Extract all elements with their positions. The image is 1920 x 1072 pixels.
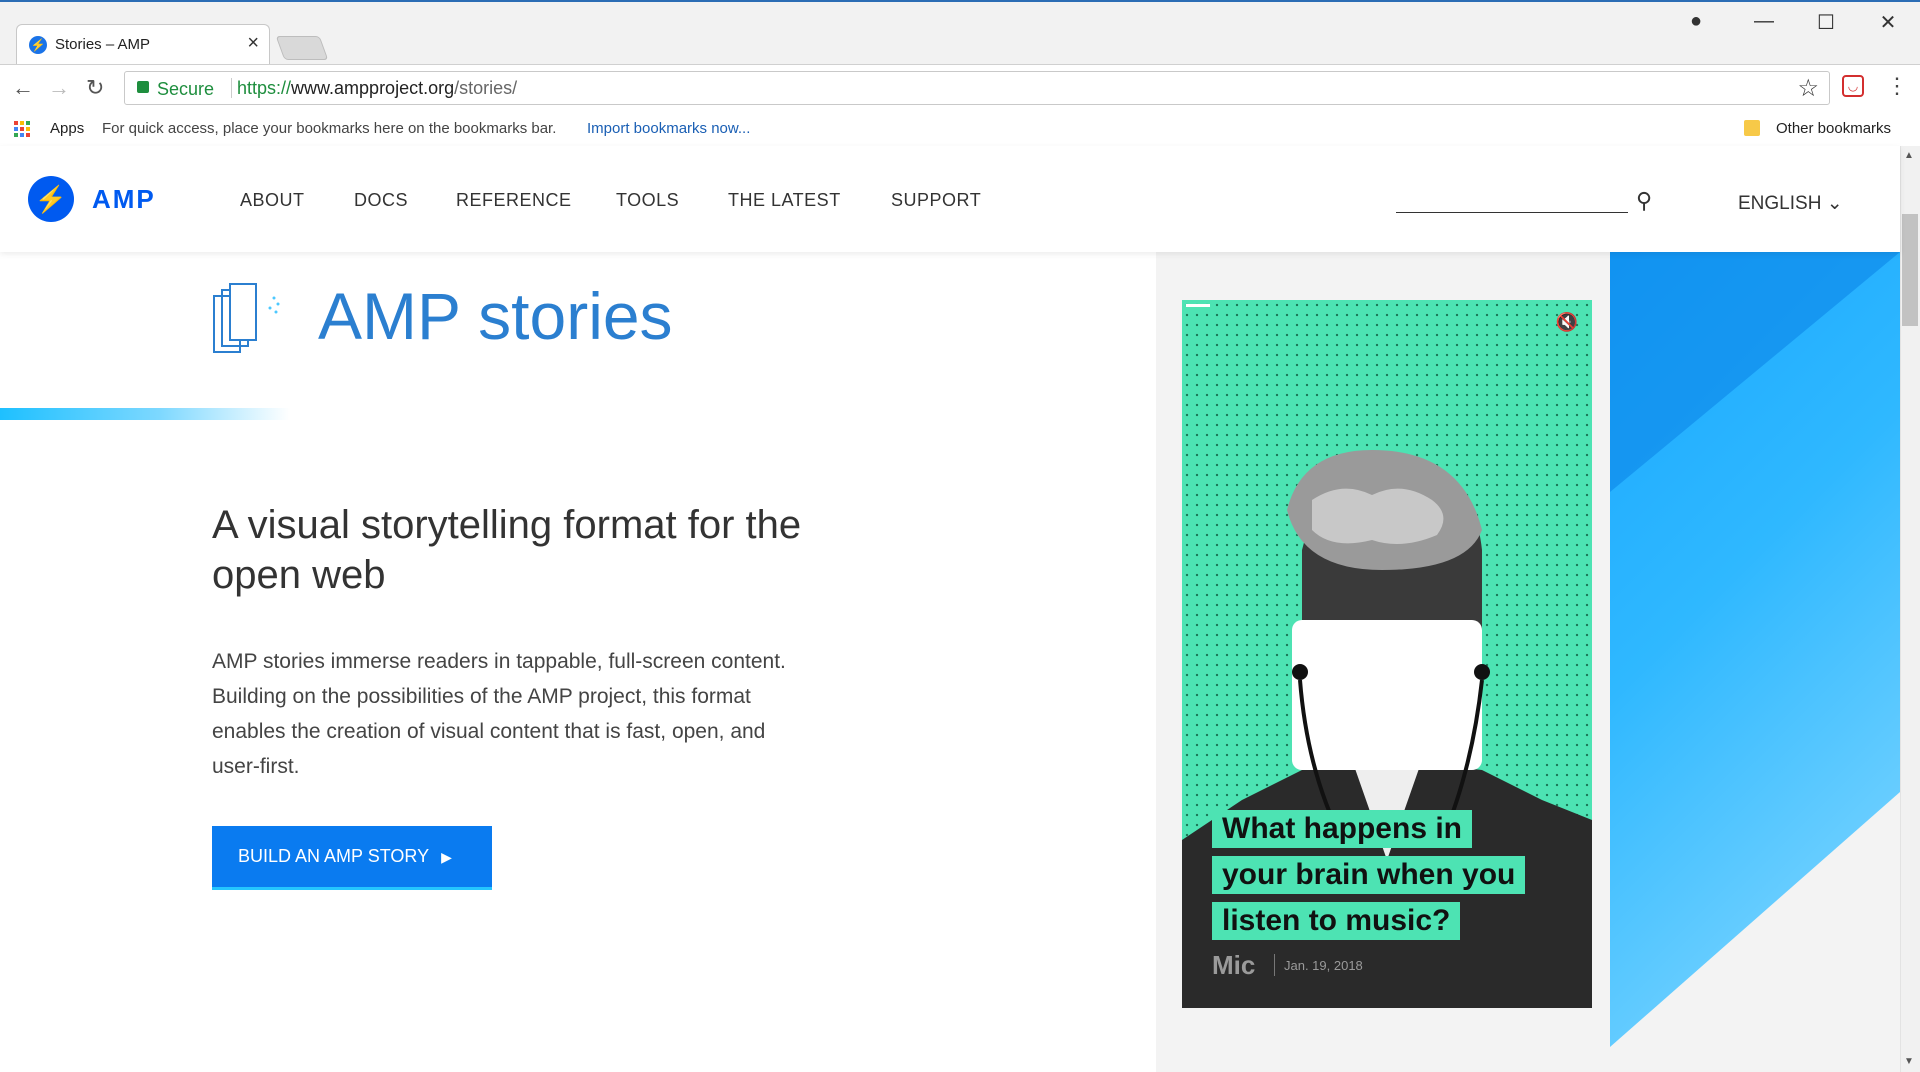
- language-label: ENGLISH: [1738, 193, 1822, 214]
- browser-tab[interactable]: ⚡ Stories – AMP ×: [16, 24, 270, 64]
- browser-toolbar: ← → ↻ Secure https://www.ampproject.org/…: [0, 64, 1920, 111]
- amp-logo-icon[interactable]: ⚡: [28, 176, 74, 222]
- apps-link[interactable]: Apps: [50, 120, 84, 137]
- tagline: A visual storytelling format for the ope…: [212, 503, 802, 597]
- cta-label: BUILD AN AMP STORY: [238, 846, 430, 866]
- stories-icon: [213, 283, 280, 353]
- tab-close-icon[interactable]: ×: [247, 33, 259, 53]
- scrollbar-thumb[interactable]: [1902, 214, 1918, 326]
- decorative-wedge: [1610, 252, 1900, 492]
- folder-icon: [1744, 120, 1760, 136]
- reload-icon[interactable]: ↻: [86, 75, 104, 101]
- story-date: Jan. 19, 2018: [1284, 958, 1363, 973]
- play-arrow-icon: ▶: [441, 849, 452, 865]
- other-bookmarks[interactable]: Other bookmarks: [1776, 120, 1891, 137]
- tab-title: Stories – AMP: [55, 36, 151, 53]
- scroll-down-icon[interactable]: ▼: [1904, 1056, 1914, 1067]
- caption-line: your brain when you: [1212, 856, 1526, 894]
- chevron-down-icon: ⌄: [1826, 193, 1843, 214]
- story-preview[interactable]: 🔇 What happens in your brain when you li…: [1182, 300, 1592, 1008]
- url-scheme: https://: [237, 78, 292, 98]
- url-host: www.ampproject.org: [291, 78, 455, 98]
- import-bookmarks-link[interactable]: Import bookmarks now...: [587, 120, 750, 137]
- lock-icon: [137, 81, 149, 93]
- nav-support[interactable]: SUPPORT: [891, 190, 981, 211]
- profile-icon[interactable]: ●: [1676, 10, 1716, 33]
- language-selector[interactable]: ENGLISH ⌄: [1738, 192, 1843, 215]
- page-title: AMP stories: [318, 279, 673, 353]
- minimize-icon[interactable]: —: [1744, 10, 1784, 33]
- nav-tools[interactable]: TOOLS: [616, 190, 679, 211]
- nav-docs[interactable]: DOCS: [354, 190, 408, 211]
- main-content: AMP stories A visual storytelling format…: [0, 252, 1900, 1072]
- logo-text[interactable]: AMP: [92, 184, 156, 215]
- secure-label: Secure: [157, 79, 215, 99]
- scroll-up-icon[interactable]: ▲: [1904, 150, 1914, 161]
- nav-about[interactable]: ABOUT: [240, 190, 305, 211]
- publisher-separator: [1274, 954, 1275, 976]
- apps-grid-icon[interactable]: [14, 121, 30, 137]
- caption-line: What happens in: [1212, 810, 1472, 848]
- maximize-icon[interactable]: ☐: [1806, 10, 1846, 35]
- bookmark-star-icon[interactable]: ☆: [1797, 74, 1819, 103]
- caption-line: listen to music?: [1212, 902, 1461, 940]
- story-caption: What happens in your brain when you list…: [1212, 810, 1526, 948]
- search-input[interactable]: [1396, 212, 1628, 213]
- url-path: /stories/: [454, 78, 518, 98]
- bookmarks-hint: For quick access, place your bookmarks h…: [102, 120, 557, 137]
- new-tab-button[interactable]: [275, 36, 329, 60]
- bookmarks-bar: Apps For quick access, place your bookma…: [0, 110, 1920, 148]
- publisher-logo: Mic: [1212, 950, 1256, 980]
- nav-the-latest[interactable]: THE LATEST: [728, 190, 841, 211]
- extension-icon[interactable]: ◡: [1842, 75, 1864, 97]
- site-header: ⚡ AMP ABOUT DOCS REFERENCE TOOLS THE LAT…: [0, 146, 1900, 252]
- forward-icon[interactable]: →: [48, 75, 70, 101]
- browser-menu-icon[interactable]: ⋮: [1886, 73, 1908, 99]
- back-icon[interactable]: ←: [12, 75, 34, 101]
- browser-chrome: ⚡ Stories – AMP × ● — ☐ ✕ ← → ↻ Secure h…: [0, 0, 1920, 148]
- url-text[interactable]: https://www.ampproject.org/stories/: [237, 78, 517, 99]
- decorative-blue-panel: [1610, 252, 1900, 1072]
- address-bar[interactable]: Secure https://www.ampproject.org/storie…: [124, 71, 1830, 105]
- search-icon[interactable]: ⚲: [1636, 188, 1652, 214]
- amp-bolt-icon: ⚡: [29, 36, 47, 54]
- description: AMP stories immerse readers in tappable,…: [212, 650, 786, 778]
- close-window-icon[interactable]: ✕: [1868, 10, 1908, 35]
- address-separator: [231, 78, 232, 98]
- decorative-cut: [1610, 792, 1900, 1072]
- build-amp-story-button[interactable]: BUILD AN AMP STORY ▶: [212, 826, 492, 890]
- accent-bar: [0, 408, 290, 420]
- nav-reference[interactable]: REFERENCE: [456, 190, 572, 211]
